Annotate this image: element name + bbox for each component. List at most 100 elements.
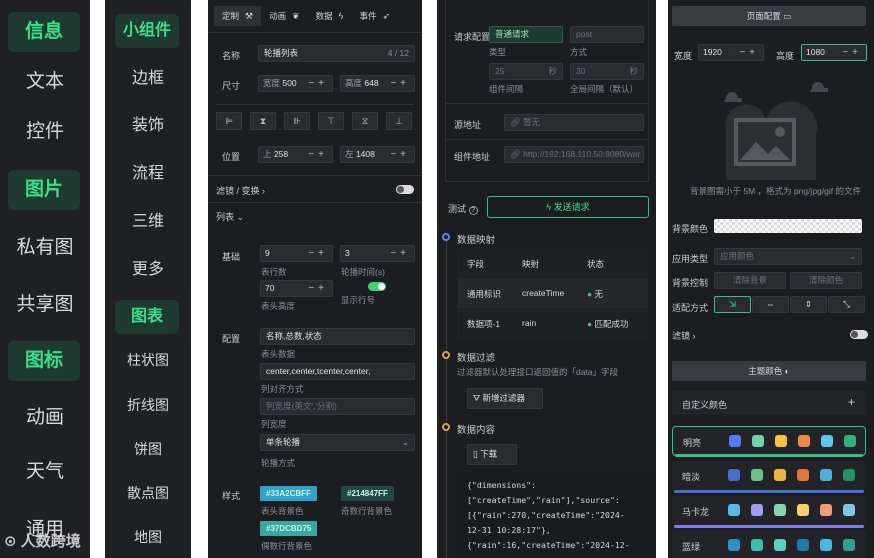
row-map: createTime [522, 288, 565, 298]
theme-swatch [844, 435, 856, 447]
tab-animation[interactable]: 动画 ❦ [261, 6, 308, 26]
category-more[interactable]: 更多 [105, 253, 191, 287]
method-input[interactable]: post [570, 26, 644, 43]
top-stepper[interactable]: 上 258 −+ [258, 146, 333, 163]
category-info[interactable]: 信息 [8, 12, 80, 52]
filter-icon: ⛛ [473, 393, 481, 403]
name-input[interactable]: 轮播列表 4 / 12 [258, 45, 415, 62]
list-section-toggle[interactable]: 列表 ⌄ [216, 210, 244, 223]
filter-transform-toggle[interactable]: 滤镜 / 变换 › [216, 184, 265, 197]
clear-color-button[interactable]: 清除颜色 [790, 272, 862, 289]
chevron-down-icon: ⌄ [848, 251, 856, 261]
fit-mode-label: 适配方式 [672, 303, 709, 313]
show-row-switch[interactable] [368, 282, 386, 291]
fit-width-icon[interactable]: ⇔ [752, 296, 789, 313]
theme-swatch [774, 469, 786, 481]
tab-event[interactable]: 事件 ➶ [351, 6, 398, 26]
page-width-label: 宽度 [674, 51, 693, 61]
align-top-icon[interactable]: ⊤ [318, 112, 344, 130]
data-request-panel: 请求配置 普通请求 post 类型 方式 25 秒 30 秒 组件间隔 全局间隔（默… [437, 0, 656, 558]
align-center-v-icon[interactable]: ⧖ [352, 112, 378, 130]
interval-stepper[interactable]: 3 −+ [340, 245, 415, 262]
global-interval-input[interactable]: 30 秒 [570, 63, 644, 80]
theme-option[interactable]: 暗淡 [672, 461, 866, 493]
page-width-stepper[interactable]: 1920 −+ [698, 44, 764, 61]
align-right-icon[interactable]: ⊪ [284, 112, 310, 130]
category-map[interactable]: 地图 [105, 520, 191, 554]
theme-swatch [751, 539, 763, 551]
head-bg-color-chip[interactable]: #33A2CBFF [260, 486, 317, 501]
add-filter-button[interactable]: ⛛ 新增过滤器 [467, 388, 543, 409]
tab-data[interactable]: 数据 ϟ [308, 6, 352, 26]
download-button[interactable]: ▯ 下载 [467, 444, 517, 465]
even-bg-color-chip[interactable]: #37DCBD75 [260, 521, 318, 536]
tab-custom[interactable]: 定制 ⚒ [214, 6, 262, 26]
column-width-input[interactable]: 列宽度(英文','分割) [260, 398, 415, 415]
filter-switch[interactable] [850, 330, 868, 339]
head-height-stepper[interactable]: 70 −+ [260, 280, 333, 297]
page-height-label: 高度 [776, 51, 795, 61]
source-url-input[interactable]: 🔗︎ 暂无 [504, 114, 644, 131]
bg-color-picker[interactable] [714, 219, 862, 233]
component-url-input[interactable]: 🔗︎ http://192.168.110.50:8080/war [504, 146, 644, 163]
align-input[interactable]: center,center,tcenter,center, [260, 363, 415, 380]
height-stepper[interactable]: 高度 648 −+ [340, 75, 415, 92]
category-shared-image[interactable]: 共享图 [0, 285, 90, 325]
fit-stretch-icon[interactable]: ⤡ [828, 296, 865, 313]
fit-height-icon[interactable]: ⇕ [790, 296, 827, 313]
filter-toggle[interactable]: 滤镜 › [672, 329, 696, 342]
category-chart[interactable]: 图表 [115, 300, 179, 334]
category-animation[interactable]: 动画 [0, 398, 90, 438]
category-bar-chart[interactable]: 柱状图 [105, 343, 191, 377]
data-content-title: 数据内容 [457, 425, 496, 436]
component-config-panel: 定制 ⚒ 动画 ❦ 数据 ϟ 事件 ➶ 名称 轮播列表 4 / 12 尺寸 宽度 500−… [208, 0, 422, 558]
category-border[interactable]: 边框 [105, 62, 191, 96]
category-scatter-chart[interactable]: 散点图 [105, 476, 191, 510]
mode-label: 方式 [570, 47, 588, 57]
category-widgets[interactable]: 小组件 [115, 14, 179, 48]
align-center-h-icon[interactable]: ⧗ [250, 112, 276, 130]
category-private-image[interactable]: 私有图 [0, 228, 90, 268]
chevron-right-icon: › [692, 331, 696, 341]
carousel-mode-select[interactable]: 单条轮播 ⌄ [260, 434, 415, 451]
clear-bg-button[interactable]: 清除背景 [714, 272, 786, 289]
row-map: rain [522, 318, 537, 328]
link-icon: 🔗︎ [510, 117, 521, 127]
palette-icon: ◐ [784, 366, 790, 376]
theme-option[interactable]: 马卡龙 [672, 496, 866, 528]
request-type-select[interactable]: 普通请求 [489, 26, 563, 43]
align-bottom-icon[interactable]: ⊥ [386, 112, 412, 130]
filter-switch[interactable] [396, 185, 414, 194]
odd-bg-color-chip[interactable]: #214847FF [341, 486, 394, 501]
category-flow[interactable]: 流程 [105, 157, 191, 191]
plus-icon[interactable]: + [848, 395, 855, 409]
category-text[interactable]: 文本 [0, 62, 90, 102]
category-pie-chart[interactable]: 饼图 [105, 432, 191, 466]
category-line-chart[interactable]: 折线图 [105, 388, 191, 422]
head-data-input[interactable]: 名称,总数,状态 [260, 328, 415, 345]
component-interval-input[interactable]: 25 秒 [489, 63, 563, 80]
width-stepper[interactable]: 宽度 500 −+ [258, 75, 333, 92]
category-control[interactable]: 控件 [0, 112, 90, 152]
bg-image-upload[interactable] [668, 70, 874, 200]
page-height-stepper[interactable]: 1080 −+ [801, 44, 867, 61]
fit-auto-icon[interactable]: ⇲ [714, 296, 751, 313]
left-stepper[interactable]: 左 1408 −+ [340, 146, 415, 163]
json-line: 12-31 10:28:17"}, [467, 525, 551, 535]
data-filter-title: 数据过滤 [457, 353, 496, 364]
tools-icon: ⚒ [245, 11, 254, 21]
category-3d[interactable]: 三维 [105, 205, 191, 239]
app-type-select[interactable]: 应用颜色 ⌄ [714, 248, 862, 265]
category-decoration[interactable]: 装饰 [105, 109, 191, 143]
theme-swatch [728, 469, 740, 481]
category-weather[interactable]: 天气 [0, 452, 90, 492]
send-request-button[interactable]: ϟ 发送请求 [487, 196, 649, 218]
category-icon[interactable]: 图标 [8, 341, 80, 381]
component-url-label: 组件地址 [454, 152, 491, 162]
theme-option[interactable]: 蓝绿 [672, 531, 866, 558]
theme-option[interactable]: 明亮 [672, 426, 866, 457]
rows-stepper[interactable]: 9 −+ [260, 245, 333, 262]
align-label: 列对齐方式 [261, 384, 304, 394]
align-left-icon[interactable]: ⊫ [216, 112, 242, 130]
category-image[interactable]: 图片 [8, 170, 80, 210]
